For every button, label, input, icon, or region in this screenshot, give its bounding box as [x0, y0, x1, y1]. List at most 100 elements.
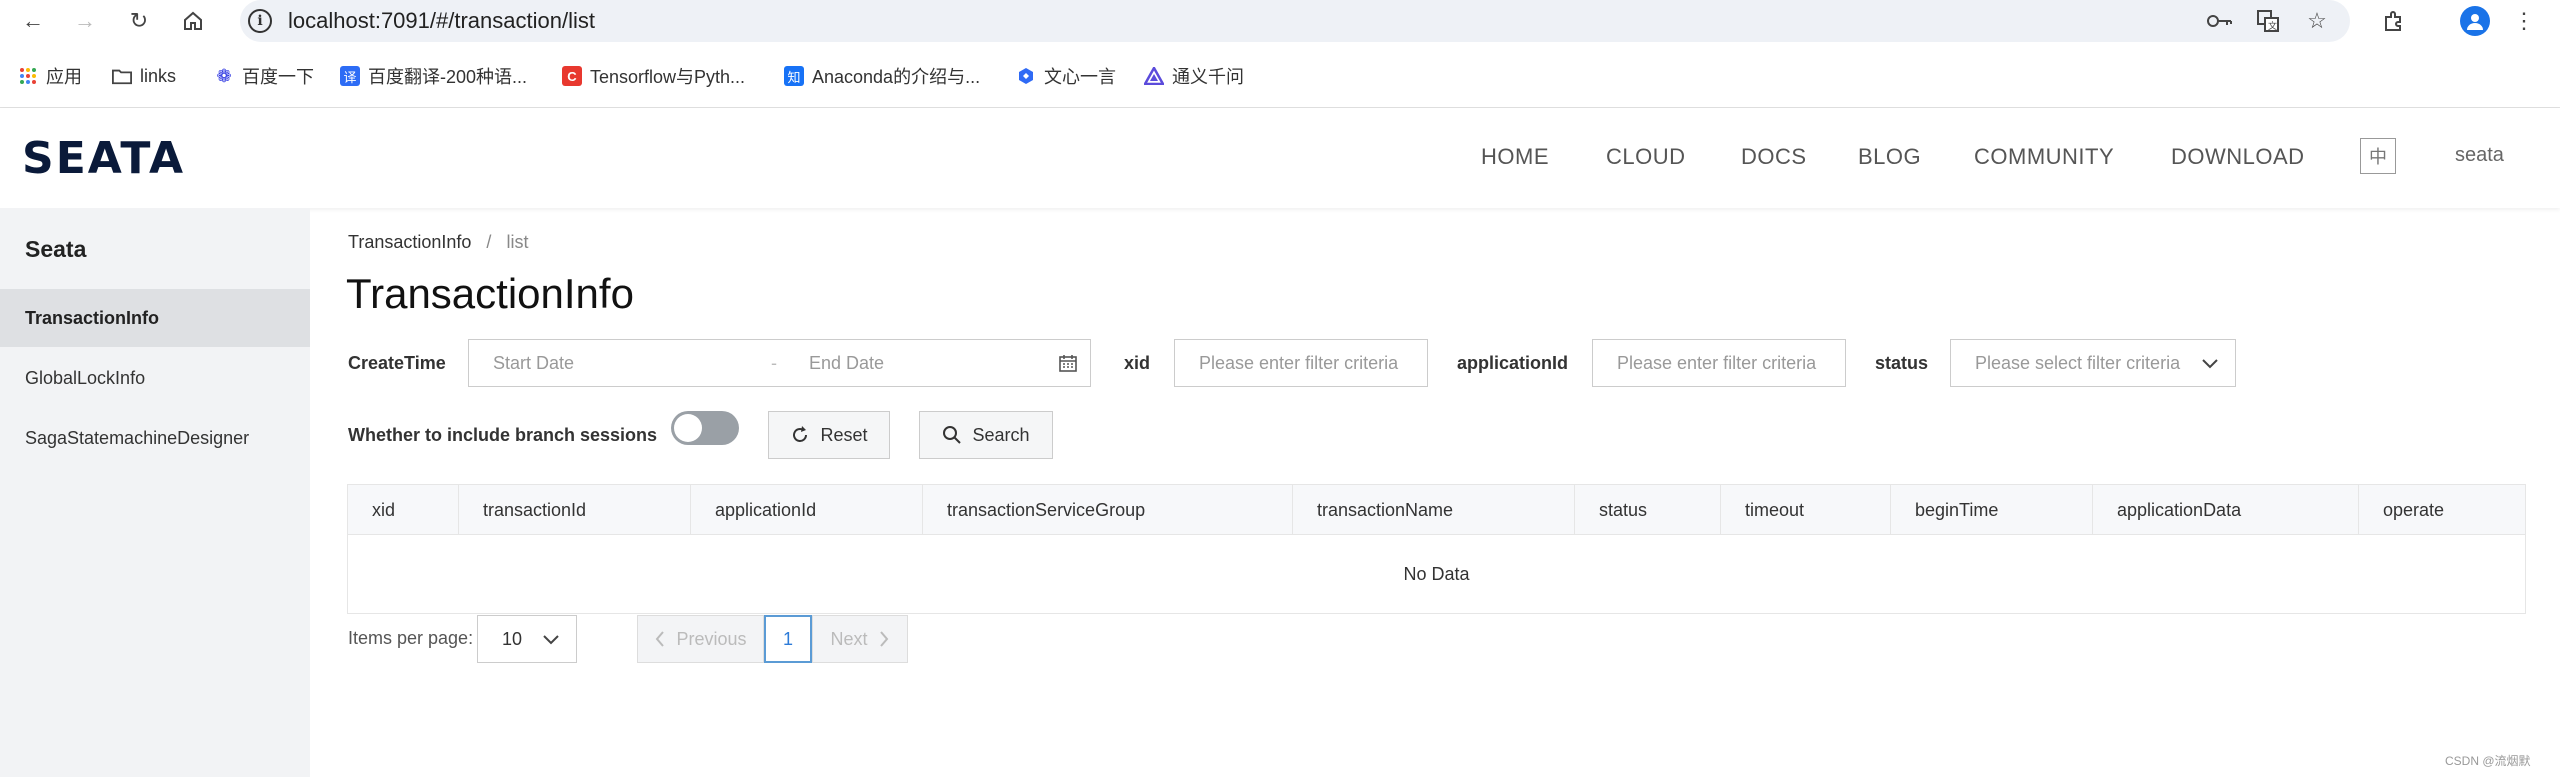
bookmark-links[interactable]: links: [112, 56, 176, 96]
seata-logo[interactable]: SEATA: [22, 133, 185, 184]
bookmark-star-icon[interactable]: ☆: [2303, 7, 2331, 35]
nav-docs[interactable]: DOCS: [1741, 144, 1807, 170]
sidebar: Seata TransactionInfo GlobalLockInfo Sag…: [0, 208, 310, 777]
branch-sessions-toggle[interactable]: [671, 411, 739, 445]
sidebar-item-label: SagaStatemachineDesigner: [25, 427, 250, 448]
status-select[interactable]: Please select filter criteria: [1950, 339, 2236, 387]
previous-label: Previous: [676, 628, 747, 649]
bookmark-wenxin[interactable]: 文心一言: [1016, 56, 1116, 96]
date-range-separator: -: [771, 352, 777, 373]
bookmark-label: Anaconda的介绍与...: [812, 67, 981, 87]
column-header-operate: operate: [2383, 499, 2445, 520]
sidebar-title: Seata: [25, 236, 87, 262]
column-header-begintime: beginTime: [1891, 485, 2093, 535]
bookmark-tensorflow[interactable]: C Tensorflow与Pyth...: [562, 56, 745, 96]
baidu-translate-icon: 译: [340, 66, 360, 86]
items-per-page-label: Items per page:: [348, 628, 474, 648]
chevron-down-icon: [2202, 359, 2218, 369]
bookmark-baidu[interactable]: ❁ 百度一下: [214, 56, 314, 96]
previous-page-button[interactable]: Previous: [637, 615, 764, 663]
nav-home[interactable]: HOME: [1481, 144, 1549, 170]
bookmark-label: 文心一言: [1044, 67, 1116, 87]
nav-download[interactable]: DOWNLOAD: [2171, 144, 2305, 170]
breadcrumb-current: list: [506, 232, 529, 252]
csdn-c-icon: C: [562, 66, 582, 86]
createtime-label: CreateTime: [348, 353, 446, 373]
bookmark-label: 百度一下: [242, 67, 314, 87]
bookmark-label: 通义千问: [1172, 67, 1244, 87]
column-header-transactionservicegroup: transactionServiceGroup: [923, 485, 1293, 535]
next-page-button[interactable]: Next: [812, 615, 908, 663]
start-date-input[interactable]: Start Date: [493, 353, 771, 374]
bookmark-baidu-translate[interactable]: 译 百度翻译-200种语...: [340, 56, 527, 96]
date-range-picker[interactable]: Start Date - End Date: [468, 339, 1091, 387]
bookmarks-bar: 应用 links ❁ 百度一下 译 百度翻译-200种语... C Tensor…: [0, 56, 2560, 96]
forward-arrow-icon[interactable]: →: [70, 6, 100, 36]
reload-icon[interactable]: ↻: [124, 6, 154, 36]
sidebar-item-sagastatemachinedesigner[interactable]: SagaStatemachineDesigner: [0, 409, 310, 467]
csdn-watermark: CSDN @流烟默: [2445, 754, 2531, 768]
page-1-button[interactable]: 1: [764, 615, 812, 663]
empty-table-message: No Data: [1403, 563, 1470, 584]
nav-cloud[interactable]: CLOUD: [1606, 144, 1686, 170]
breadcrumb: TransactionInfo / list: [348, 232, 528, 253]
password-key-icon[interactable]: [2206, 7, 2234, 35]
xid-placeholder: Please enter filter criteria: [1199, 352, 1399, 373]
nav-blog[interactable]: BLOG: [1858, 144, 1921, 170]
site-info-icon[interactable]: i: [248, 9, 272, 33]
xid-label: xid: [1124, 353, 1151, 373]
applicationid-placeholder: Please enter filter criteria: [1617, 352, 1817, 373]
page-size-value: 10: [502, 628, 523, 649]
bookmark-tongyi[interactable]: 通义千问: [1144, 56, 1244, 96]
bookmark-anaconda[interactable]: 知 Anaconda的介绍与...: [784, 56, 980, 96]
sidebar-item-transactioninfo[interactable]: TransactionInfo: [0, 289, 310, 347]
page-title: TransactionInfo: [346, 270, 634, 317]
status-label: status: [1875, 353, 1929, 373]
breadcrumb-separator: /: [486, 232, 492, 252]
chevron-right-icon: [879, 631, 888, 647]
column-header-status: status: [1575, 485, 1721, 535]
nav-community[interactable]: COMMUNITY: [1974, 144, 2114, 170]
column-header-transactionid: transactionId: [459, 485, 691, 535]
search-icon: [943, 426, 962, 444]
profile-avatar-icon[interactable]: [2460, 6, 2490, 36]
back-arrow-icon[interactable]: ←: [18, 6, 48, 36]
column-header-applicationdata: applicationData: [2093, 485, 2359, 535]
search-label: Search: [972, 424, 1030, 445]
bookmark-label: 应用: [46, 67, 82, 87]
browser-menu-icon[interactable]: ⋮: [2510, 7, 2538, 35]
table-header: xid transactionId applicationId transact…: [348, 485, 2525, 535]
bookmark-label: Tensorflow与Pyth...: [590, 67, 746, 87]
extensions-icon[interactable]: [2380, 7, 2408, 35]
app-header: SEATA HOME CLOUD DOCS BLOG COMMUNITY DOW…: [0, 108, 2560, 208]
language-toggle-button[interactable]: 中: [2360, 138, 2396, 174]
calendar-icon[interactable]: [1058, 353, 1078, 373]
user-name[interactable]: seata: [2455, 144, 2504, 167]
end-date-input[interactable]: End Date: [809, 353, 884, 374]
reset-button[interactable]: Reset: [768, 411, 890, 459]
column-header-timeout: timeout: [1721, 485, 1891, 535]
applicationid-input[interactable]: Please enter filter criteria: [1592, 339, 1846, 387]
home-icon[interactable]: [178, 6, 208, 36]
next-label: Next: [830, 628, 868, 649]
sidebar-item-label: GlobalLockInfo: [25, 367, 146, 388]
search-button[interactable]: Search: [919, 411, 1053, 459]
chevron-down-icon: [543, 635, 559, 645]
xid-input[interactable]: Please enter filter criteria: [1174, 339, 1428, 387]
reset-label: Reset: [820, 424, 868, 445]
page-size-select[interactable]: 10: [477, 615, 577, 663]
translate-icon[interactable]: 文: [2254, 7, 2282, 35]
folder-icon: [112, 66, 132, 86]
applicationid-label: applicationId: [1457, 353, 1569, 373]
chevron-left-icon: [656, 631, 665, 647]
breadcrumb-item[interactable]: TransactionInfo: [348, 232, 471, 252]
branch-sessions-label: Whether to include branch sessions: [348, 425, 658, 445]
zhihu-icon: 知: [784, 66, 804, 86]
tongyi-icon: [1144, 66, 1164, 86]
bookmark-apps[interactable]: 应用: [18, 56, 82, 96]
address-url[interactable]: localhost:7091/#/transaction/list: [288, 8, 595, 34]
browser-toolbar: ← → ↻ i localhost:7091/#/transaction/lis…: [0, 0, 2560, 42]
sidebar-item-globallockinfo[interactable]: GlobalLockInfo: [0, 349, 310, 407]
transaction-table: xid transactionId applicationId transact…: [347, 484, 2526, 614]
refresh-icon: [793, 426, 808, 442]
